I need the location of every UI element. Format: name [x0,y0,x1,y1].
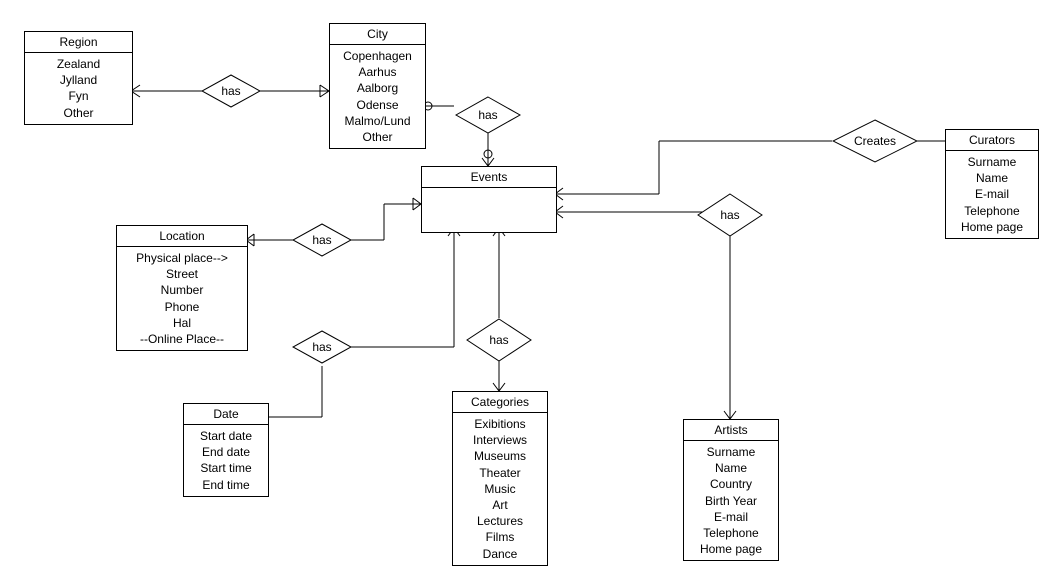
entity-categories: Categories Exibitions Interviews Museums… [452,391,548,566]
entity-curators-title: Curators [946,130,1038,151]
entity-city: City Copenhagen Aarhus Aalborg Odense Ma… [329,23,426,149]
entity-events-title: Events [422,167,556,188]
entity-date-attrs: Start date End date Start time End time [184,425,268,496]
entity-location-attrs: Physical place--> Street Number Phone Ha… [117,247,247,350]
entity-location: Location Physical place--> Street Number… [116,225,248,351]
entity-region-title: Region [25,32,132,53]
entity-categories-title: Categories [453,392,547,413]
relationship-artists-events: has [697,193,763,237]
relationship-region-city: has [201,74,261,108]
entity-region-attrs: Zealand Jylland Fyn Other [25,53,132,124]
entity-date-title: Date [184,404,268,425]
entity-curators: Curators Surname Name E-mail Telephone H… [945,129,1039,239]
entity-artists: Artists Surname Name Country Birth Year … [683,419,779,561]
relationship-location-events: has [292,223,352,257]
relationship-categories-events: has [466,318,532,362]
entity-artists-attrs: Surname Name Country Birth Year E-mail T… [684,441,778,560]
entity-events: Events [421,166,557,233]
entity-categories-attrs: Exibitions Interviews Museums Theater Mu… [453,413,547,565]
entity-region: Region Zealand Jylland Fyn Other [24,31,133,125]
relationship-date-events: has [292,330,352,364]
entity-city-attrs: Copenhagen Aarhus Aalborg Odense Malmo/L… [330,45,425,148]
entity-date: Date Start date End date Start time End … [183,403,269,497]
er-diagram: Region Zealand Jylland Fyn Other City Co… [0,0,1054,566]
entity-events-attrs [422,188,556,232]
relationship-curators-events: Creates [832,119,918,163]
entity-city-title: City [330,24,425,45]
relationship-city-events: has [455,96,521,134]
entity-curators-attrs: Surname Name E-mail Telephone Home page [946,151,1038,238]
entity-location-title: Location [117,226,247,247]
entity-artists-title: Artists [684,420,778,441]
